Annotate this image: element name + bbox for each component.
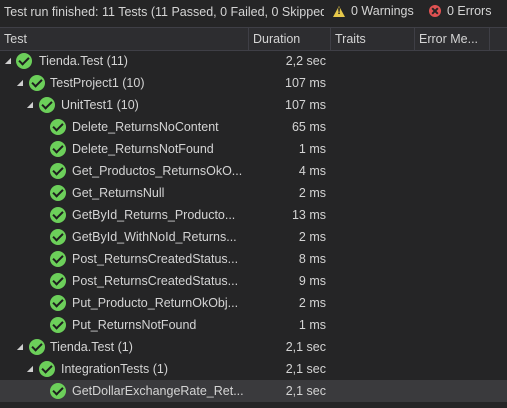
warnings-count: 0 Warnings: [351, 4, 414, 18]
test-tree-row[interactable]: Get_Productos_ReturnsOkO... 4 ms: [0, 160, 507, 182]
triangle-down-icon[interactable]: ◢: [15, 336, 25, 358]
test-duration: 65 ms: [291, 120, 326, 134]
error-circle-icon: [429, 5, 441, 17]
test-tree-row-label: Tienda.Test (11): [39, 54, 128, 68]
test-tree-row[interactable]: GetById_WithNoId_Returns... 2 ms: [0, 226, 507, 248]
check-circle-icon: [50, 207, 66, 223]
test-tree-row[interactable]: Get_ReturnsNull 2 ms: [0, 182, 507, 204]
test-duration: 2,1 sec: [285, 362, 326, 376]
test-tree-row[interactable]: ◢ UnitTest1 (10) 107 ms: [0, 94, 507, 116]
test-run-summary: Test run finished: 11 Tests (11 Passed, …: [4, 5, 324, 19]
test-tree-row[interactable]: Post_ReturnsCreatedStatus... 8 ms: [0, 248, 507, 270]
test-duration: 2,1 sec: [285, 340, 326, 354]
test-duration: 2,1 sec: [285, 384, 326, 398]
test-duration: 1 ms: [298, 318, 326, 332]
check-circle-icon: [39, 97, 55, 113]
test-tree-row-label: GetDollarExchangeRate_Ret...: [72, 384, 244, 398]
triangle-down-icon[interactable]: ◢: [3, 50, 13, 72]
test-tree-row-label: Delete_ReturnsNotFound: [72, 142, 214, 156]
test-tree-row-label: Put_ReturnsNotFound: [72, 318, 197, 332]
test-duration: 2 ms: [298, 296, 326, 310]
check-circle-icon: [50, 163, 66, 179]
column-header-row: Test Duration Traits Error Me...: [0, 27, 507, 51]
test-duration: 1 ms: [298, 142, 326, 156]
column-header-spacer: [489, 28, 507, 50]
test-tree-row-label: Put_Producto_ReturnOkObj...: [72, 296, 239, 310]
errors-count: 0 Errors: [447, 4, 492, 18]
test-tree-row[interactable]: ◢ TestProject1 (10) 107 ms: [0, 72, 507, 94]
test-duration: 2 ms: [298, 230, 326, 244]
triangle-down-icon[interactable]: ◢: [25, 94, 35, 116]
test-tree-row[interactable]: Post_ReturnsCreatedStatus... 9 ms: [0, 270, 507, 292]
test-duration: 107 ms: [285, 76, 326, 90]
test-run-status-bar: Test run finished: 11 Tests (11 Passed, …: [0, 0, 507, 26]
check-circle-icon: [39, 361, 55, 377]
column-header-error-message[interactable]: Error Me...: [414, 28, 491, 50]
test-tree-row[interactable]: GetById_Returns_Producto... 13 ms: [0, 204, 507, 226]
test-tree-row-label: IntegrationTests (1): [61, 362, 168, 376]
test-tree-row[interactable]: ◢ Tienda.Test (1) 2,1 sec: [0, 336, 507, 358]
test-tree: ◢ Tienda.Test (11) 2,2 sec ◢ TestProject…: [0, 50, 507, 402]
test-tree-row-label: Get_ReturnsNull: [72, 186, 165, 200]
test-tree-row[interactable]: ◢ Tienda.Test (11) 2,2 sec: [0, 50, 507, 72]
check-circle-icon: [50, 185, 66, 201]
check-circle-icon: [50, 295, 66, 311]
test-tree-row-label: TestProject1 (10): [50, 76, 145, 90]
test-tree-row[interactable]: Delete_ReturnsNoContent 65 ms: [0, 116, 507, 138]
test-duration: 9 ms: [298, 274, 326, 288]
check-circle-icon: [50, 251, 66, 267]
test-tree-row-label: GetById_WithNoId_Returns...: [72, 230, 237, 244]
test-tree-row[interactable]: ◢ IntegrationTests (1) 2,1 sec: [0, 358, 507, 380]
check-circle-icon: [29, 75, 45, 91]
triangle-down-icon[interactable]: ◢: [15, 72, 25, 94]
check-circle-icon: [29, 339, 45, 355]
test-tree-row-label: Post_ReturnsCreatedStatus...: [72, 274, 239, 288]
check-circle-icon: [16, 53, 32, 69]
test-duration: 4 ms: [298, 164, 326, 178]
test-tree-row-label: Get_Productos_ReturnsOkO...: [72, 164, 243, 178]
test-tree-row-label: Tienda.Test (1): [50, 340, 133, 354]
warnings-filter[interactable]: 0 Warnings: [333, 4, 414, 18]
check-circle-icon: [50, 273, 66, 289]
column-header-traits[interactable]: Traits: [330, 28, 415, 50]
test-duration: 2,2 sec: [285, 54, 326, 68]
test-tree-row[interactable]: Put_ReturnsNotFound 1 ms: [0, 314, 507, 336]
test-tree-row[interactable]: Delete_ReturnsNotFound 1 ms: [0, 138, 507, 160]
test-tree-row-selected[interactable]: GetDollarExchangeRate_Ret... 2,1 sec: [0, 380, 507, 402]
test-tree-row-label: GetById_Returns_Producto...: [72, 208, 236, 222]
test-duration: 107 ms: [285, 98, 326, 112]
test-tree-row-label: Post_ReturnsCreatedStatus...: [72, 252, 239, 266]
errors-filter[interactable]: 0 Errors: [429, 4, 491, 18]
check-circle-icon: [50, 141, 66, 157]
test-tree-row-label: Delete_ReturnsNoContent: [72, 120, 219, 134]
column-header-duration[interactable]: Duration: [248, 28, 331, 50]
warning-triangle-icon: [333, 5, 345, 17]
test-duration: 2 ms: [298, 186, 326, 200]
column-header-test[interactable]: Test: [0, 28, 248, 50]
test-duration: 13 ms: [291, 208, 326, 222]
test-tree-row[interactable]: Put_Producto_ReturnOkObj... 2 ms: [0, 292, 507, 314]
check-circle-icon: [50, 229, 66, 245]
check-circle-icon: [50, 119, 66, 135]
test-duration: 8 ms: [298, 252, 326, 266]
check-circle-icon: [50, 317, 66, 333]
test-tree-row-label: UnitTest1 (10): [61, 98, 139, 112]
check-circle-icon: [50, 383, 66, 399]
triangle-down-icon[interactable]: ◢: [25, 358, 35, 380]
